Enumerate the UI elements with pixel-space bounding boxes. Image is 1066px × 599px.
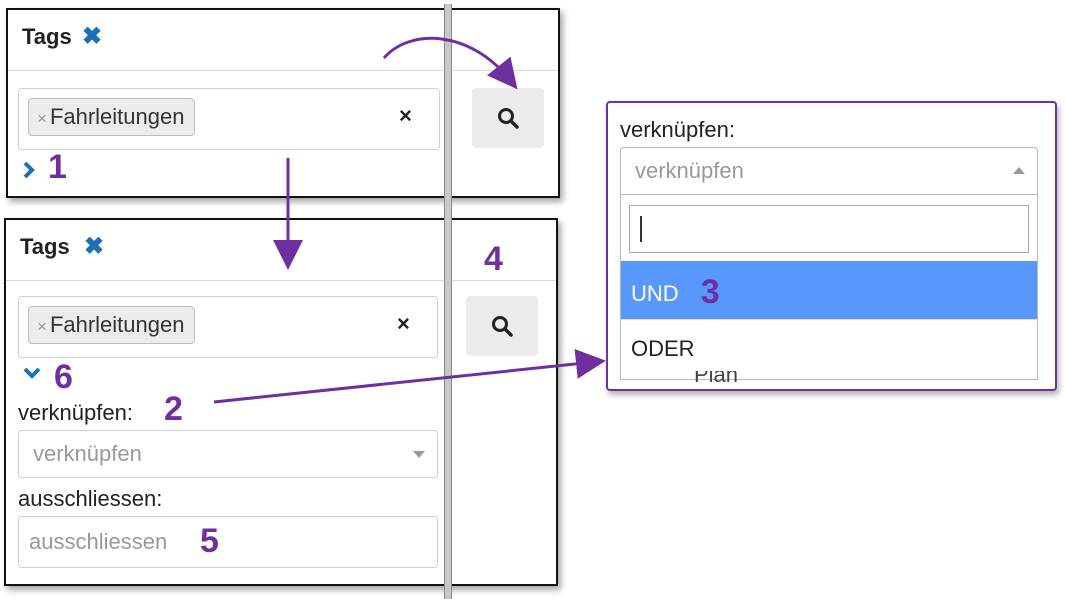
panel-header: Tags ✖: [8, 10, 558, 71]
annotation-number: 3: [700, 273, 720, 311]
clear-icon[interactable]: ×: [399, 103, 412, 129]
search-button[interactable]: [472, 88, 544, 148]
dropdown-placeholder: verknüpfen: [635, 158, 744, 183]
annotation-number: 1: [48, 148, 67, 186]
panel-title: Tags: [22, 24, 72, 49]
text-cursor: [640, 216, 642, 242]
annotation-number: 2: [164, 390, 183, 428]
option-label: UND: [631, 281, 679, 306]
chip-remove-icon[interactable]: ×: [37, 109, 47, 128]
tag-input[interactable]: × Fahrleitungen ×: [18, 296, 438, 358]
chip-label: Fahrleitungen: [49, 104, 185, 129]
chip-label: Fahrleitungen: [49, 312, 185, 337]
chevron-down-icon[interactable]: [22, 366, 42, 380]
dropdown-list: UND 3 ODER: [620, 195, 1038, 380]
link-select[interactable]: verknüpfen: [18, 430, 438, 478]
option-und[interactable]: UND 3: [621, 261, 1037, 319]
tag-input[interactable]: × Fahrleitungen ×: [18, 88, 440, 150]
search-icon: [498, 108, 519, 129]
search-button[interactable]: [466, 296, 538, 356]
option-label: ODER: [631, 336, 695, 361]
option-oder[interactable]: ODER: [621, 319, 1037, 377]
annotation-number: 6: [54, 358, 73, 396]
chip-remove-icon[interactable]: ×: [37, 317, 47, 336]
search-icon: [492, 316, 513, 337]
tags-panel-expanded: Tags ✖ 4 × Fahrleitungen × 6 verknüpfen: …: [4, 218, 558, 586]
hidden-text-fragment: Plan: [694, 371, 738, 383]
exclude-label: ausschliessen:: [18, 486, 163, 511]
panel-header: Tags ✖: [6, 220, 556, 281]
chevron-right-icon[interactable]: [22, 160, 36, 180]
tag-chip: × Fahrleitungen: [28, 306, 196, 344]
caret-up-icon: [1013, 167, 1025, 174]
caret-down-icon: [413, 451, 425, 458]
dropdown-select[interactable]: verknüpfen: [620, 147, 1038, 195]
close-x-icon[interactable]: ✖: [84, 232, 104, 261]
exclude-placeholder: ausschliessen: [29, 529, 168, 554]
clear-icon[interactable]: ×: [397, 311, 410, 337]
dropdown-search-input[interactable]: [629, 205, 1029, 253]
exclude-input[interactable]: ausschliessen: [18, 516, 438, 568]
link-dropdown-panel: verknüpfen: verknüpfen UND 3 ODER Plan: [606, 101, 1057, 391]
annotation-number: 5: [200, 522, 219, 560]
link-label: verknüpfen:: [18, 400, 133, 425]
link-select-placeholder: verknüpfen: [33, 441, 142, 466]
annotation-number: 4: [484, 240, 503, 278]
tag-chip: × Fahrleitungen: [28, 98, 196, 136]
tags-panel-collapsed: Tags ✖ × Fahrleitungen × 1: [6, 8, 560, 198]
dropdown-label: verknüpfen:: [620, 117, 735, 142]
panel-title: Tags: [20, 234, 70, 259]
splitter-bar[interactable]: [444, 4, 452, 599]
close-x-icon[interactable]: ✖: [82, 22, 102, 51]
